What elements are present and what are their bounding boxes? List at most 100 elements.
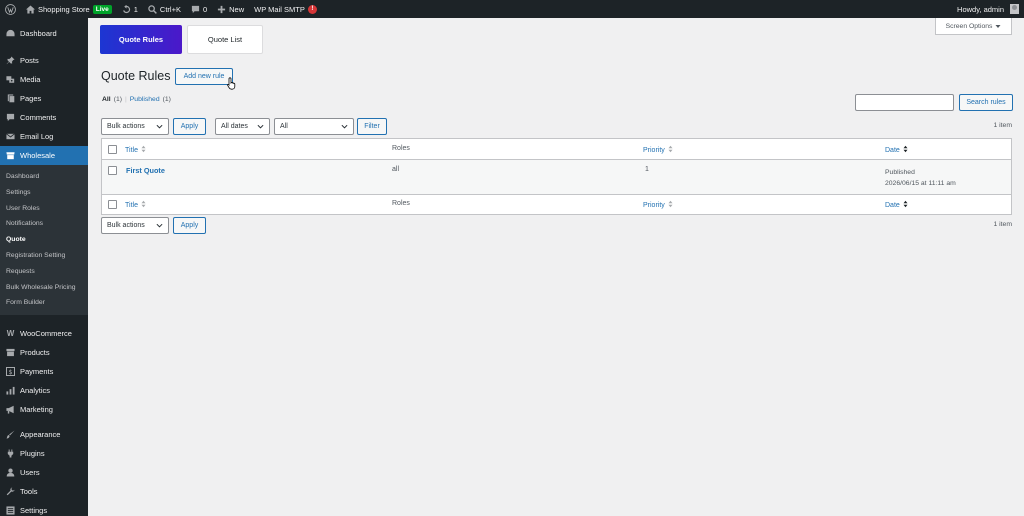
filter-published-link[interactable]: Published xyxy=(130,96,160,103)
media-icon xyxy=(6,75,15,84)
avatar xyxy=(1010,4,1019,14)
submenu-dashboard[interactable]: Dashboard xyxy=(0,169,88,185)
menu-label: Wholesale xyxy=(20,151,56,160)
menu-dashboard[interactable]: Dashboard xyxy=(0,24,88,43)
submenu-registration-setting[interactable]: Registration Setting xyxy=(0,248,88,264)
tab-quote-rules[interactable]: Quote Rules xyxy=(100,25,182,54)
sort-icon xyxy=(141,145,146,155)
my-account-link[interactable]: Howdy, admin xyxy=(952,0,1024,18)
woo-icon: W xyxy=(6,329,15,339)
menu-payments[interactable]: $ Payments xyxy=(0,362,88,381)
menu-email-log[interactable]: Email Log xyxy=(0,127,88,146)
type-filter-value: All xyxy=(280,123,288,130)
menu-woocommerce[interactable]: W WooCommerce xyxy=(0,324,88,343)
dates-filter-select[interactable]: All dates xyxy=(215,118,270,135)
comments-link[interactable]: 0 xyxy=(186,0,212,18)
column-title-header[interactable]: Title xyxy=(125,145,146,155)
status-filter-links: All (1) | Published (1) xyxy=(102,96,171,103)
menu-products[interactable]: Products xyxy=(0,343,88,362)
submenu-settings[interactable]: Settings xyxy=(0,185,88,201)
rule-status: Published xyxy=(885,169,915,176)
shortcut-label: Ctrl+K xyxy=(159,4,181,14)
new-content-link[interactable]: New xyxy=(212,0,249,18)
menu-users[interactable]: Users xyxy=(0,463,88,482)
wp-mail-smtp-link[interactable]: WP Mail SMTP ! xyxy=(249,0,322,18)
submenu-user-roles[interactable]: User Roles xyxy=(0,201,88,217)
screen-options-button[interactable]: Screen Options xyxy=(935,18,1012,35)
smtp-alert-badge: ! xyxy=(307,4,317,14)
column-title-footer[interactable]: Title xyxy=(125,200,146,210)
select-all-checkbox[interactable] xyxy=(108,145,117,154)
updates-count: 1 xyxy=(133,4,138,14)
menu-appearance[interactable]: Appearance xyxy=(0,425,88,444)
filter-all-link[interactable]: All xyxy=(102,96,111,103)
type-filter-select[interactable]: All xyxy=(274,118,354,135)
chevron-down-icon xyxy=(156,223,163,228)
rule-title-link[interactable]: First Quote xyxy=(126,166,165,175)
menu-label: Media xyxy=(20,75,41,84)
wordpress-logo-icon[interactable] xyxy=(0,0,21,18)
caret-down-icon xyxy=(995,24,1001,28)
brush-icon xyxy=(6,430,15,439)
tab-bar: Quote Rules Quote List xyxy=(100,25,263,54)
megaphone-icon xyxy=(6,405,15,414)
menu-label: Posts xyxy=(20,56,39,65)
bulk-actions-select-bottom[interactable]: Bulk actions xyxy=(101,217,169,234)
updates-link[interactable]: 1 xyxy=(117,0,143,18)
column-priority-header[interactable]: Priority xyxy=(643,145,673,155)
site-name-link[interactable]: Shopping Store Live xyxy=(21,0,117,18)
dashboard-icon xyxy=(6,29,15,38)
site-name: Shopping Store xyxy=(38,4,90,14)
filter-published-count: (1) xyxy=(162,96,171,103)
main-content: Quote Rules Quote List Screen Options Qu… xyxy=(88,18,1024,516)
rule-roles: all xyxy=(392,166,400,173)
menu-label: Users xyxy=(20,468,40,478)
column-date-footer[interactable]: Date xyxy=(885,200,908,210)
menu-settings[interactable]: Settings xyxy=(0,501,88,516)
screen-options-label: Screen Options xyxy=(945,22,993,30)
column-priority-footer[interactable]: Priority xyxy=(643,200,673,210)
plus-icon xyxy=(218,5,226,13)
add-new-rule-button[interactable]: Add new rule xyxy=(175,68,233,85)
submenu-bulk-wholesale-pricing[interactable]: Bulk Wholesale Pricing xyxy=(0,280,88,296)
search-rules-button[interactable]: Search rules xyxy=(959,94,1013,111)
item-count-bottom: 1 item xyxy=(993,221,1012,228)
menu-marketing[interactable]: Marketing xyxy=(0,400,88,419)
menu-pages[interactable]: Pages xyxy=(0,89,88,108)
tab-quote-list[interactable]: Quote List xyxy=(187,25,263,54)
settings-icon xyxy=(6,506,15,515)
menu-posts[interactable]: Posts xyxy=(0,51,88,70)
submenu-form-builder[interactable]: Form Builder xyxy=(0,295,88,311)
sort-icon xyxy=(668,145,673,155)
menu-label: Plugins xyxy=(20,449,45,459)
menu-tools[interactable]: Tools xyxy=(0,482,88,501)
menu-plugins[interactable]: Plugins xyxy=(0,444,88,463)
submenu-notifications[interactable]: Notifications xyxy=(0,216,88,232)
menu-label: Dashboard xyxy=(20,29,57,38)
menu-label: Email Log xyxy=(20,132,54,141)
comments-count: 0 xyxy=(202,4,208,14)
menu-media[interactable]: Media xyxy=(0,70,88,89)
menu-label: Marketing xyxy=(20,405,53,415)
pin-icon xyxy=(6,56,15,65)
filter-button[interactable]: Filter xyxy=(357,118,387,135)
menu-comments[interactable]: Comments xyxy=(0,108,88,127)
command-palette-link[interactable]: Ctrl+K xyxy=(143,0,186,18)
search-input[interactable] xyxy=(855,94,954,111)
column-title-label: Title xyxy=(125,201,138,209)
sort-icon xyxy=(903,145,908,155)
submenu-quote[interactable]: Quote xyxy=(0,232,88,248)
menu-label: Settings xyxy=(20,506,48,516)
admin-sidebar: Dashboard Posts Media Pages Comments Ema… xyxy=(0,18,88,516)
submenu-requests[interactable]: Requests xyxy=(0,264,88,280)
menu-label: Appearance xyxy=(20,430,61,440)
menu-label: Pages xyxy=(20,94,42,103)
bulk-actions-select-top[interactable]: Bulk actions xyxy=(101,118,169,135)
apply-button-top[interactable]: Apply xyxy=(173,118,206,135)
row-checkbox[interactable] xyxy=(108,166,117,175)
apply-button-bottom[interactable]: Apply xyxy=(173,217,206,234)
menu-analytics[interactable]: Analytics xyxy=(0,381,88,400)
column-date-header[interactable]: Date xyxy=(885,145,908,155)
select-all-checkbox-footer[interactable] xyxy=(108,200,117,209)
menu-wholesale[interactable]: Wholesale xyxy=(0,146,88,165)
